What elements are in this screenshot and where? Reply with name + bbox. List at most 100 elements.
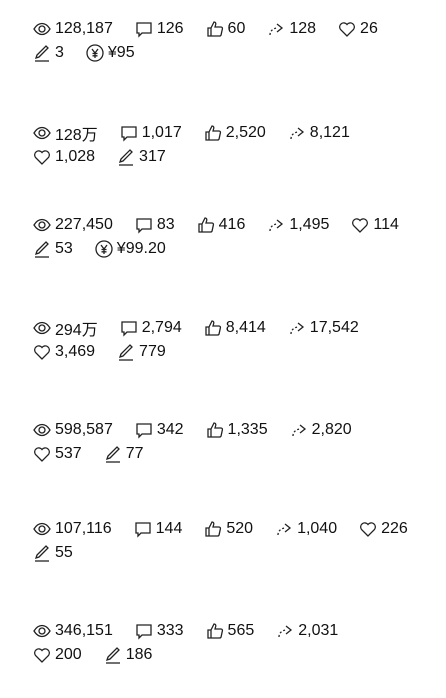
stat-heart: 1,028 xyxy=(32,147,95,167)
stat-value: 2,031 xyxy=(298,622,339,639)
stat-value: 107,116 xyxy=(55,520,112,537)
stat-share: 2,031 xyxy=(275,621,338,641)
stat-value: 537 xyxy=(55,445,82,462)
comment-icon xyxy=(119,123,139,143)
like-icon xyxy=(196,215,216,235)
like-icon xyxy=(203,123,223,143)
stat-share: 1,040 xyxy=(274,519,337,539)
stats-row: 128万 1,017 2,520 8,121 xyxy=(32,121,371,145)
stat-value: 779 xyxy=(139,343,166,360)
stat-heart: 200 xyxy=(32,645,82,665)
stat-pencil: 55 xyxy=(32,543,73,563)
stat-heart: 226 xyxy=(358,519,408,539)
pencil-icon xyxy=(32,239,52,259)
pencil-icon xyxy=(103,444,123,464)
stat-comment: 1,017 xyxy=(119,123,182,143)
stat-like: 8,414 xyxy=(203,318,266,338)
stat-yuan: ¥99.20 xyxy=(94,239,166,259)
like-icon xyxy=(205,420,225,440)
eye-icon xyxy=(32,123,52,143)
eye-icon xyxy=(32,318,52,338)
stat-value: 200 xyxy=(55,646,82,663)
like-icon xyxy=(205,19,225,39)
stat-pencil: 77 xyxy=(103,444,144,464)
stats-row: 200 186 xyxy=(32,643,359,667)
stat-value: 598,587 xyxy=(55,421,113,438)
stat-value: 8,121 xyxy=(309,124,350,141)
stats-row: 1,028 317 xyxy=(32,145,371,169)
stat-value: ¥95 xyxy=(107,44,135,61)
stat-value: 416 xyxy=(218,216,246,233)
stats-row: 55 xyxy=(32,541,429,565)
stat-value: 342 xyxy=(156,421,184,438)
stat-value: ¥99.20 xyxy=(116,240,166,257)
heart-icon xyxy=(32,147,52,167)
pencil-icon xyxy=(116,147,136,167)
stat-eye: 346,151 xyxy=(32,621,113,641)
heart-icon xyxy=(32,645,52,665)
stat-value: 3,469 xyxy=(55,343,96,360)
stat-yuan: ¥95 xyxy=(85,43,135,63)
post-stats: 598,587 342 1,335 2,820 537 77 xyxy=(32,418,373,466)
stat-value: 1,495 xyxy=(289,216,330,233)
stat-like: 416 xyxy=(196,215,246,235)
stat-comment: 83 xyxy=(134,215,175,235)
heart-icon xyxy=(337,19,357,39)
stat-heart: 3,469 xyxy=(32,342,95,362)
stat-value: 144 xyxy=(155,520,183,537)
like-icon xyxy=(203,318,223,338)
stats-row: 227,450 83 416 1,495 114 xyxy=(32,213,420,237)
stat-value: 1,335 xyxy=(227,421,268,438)
stat-pencil: 317 xyxy=(116,147,166,167)
eye-icon xyxy=(32,19,52,39)
comment-icon xyxy=(134,215,154,235)
pencil-icon xyxy=(116,342,136,362)
stat-like: 1,335 xyxy=(205,420,268,440)
comment-icon xyxy=(119,318,139,338)
stat-value: 53 xyxy=(55,240,73,257)
stats-row: 53 ¥99.20 xyxy=(32,237,420,261)
stat-eye: 598,587 xyxy=(32,420,113,440)
stats-row: 3 ¥95 xyxy=(32,41,399,65)
stat-eye: 128,187 xyxy=(32,19,113,39)
stat-value: 333 xyxy=(156,622,184,639)
stat-value: 17,542 xyxy=(309,319,359,336)
like-icon xyxy=(205,621,225,641)
stat-comment: 2,794 xyxy=(119,318,182,338)
stat-like: 520 xyxy=(203,519,253,539)
stat-pencil: 186 xyxy=(103,645,152,665)
pencil-icon xyxy=(32,543,52,563)
stat-heart: 114 xyxy=(350,215,399,235)
stat-pencil: 779 xyxy=(116,342,166,362)
stats-row: 598,587 342 1,335 2,820 xyxy=(32,418,373,442)
stat-share: 17,542 xyxy=(287,318,359,338)
stat-eye: 128万 xyxy=(32,121,98,145)
stat-share: 1,495 xyxy=(266,215,329,235)
stat-value: 60 xyxy=(227,20,246,37)
stat-value: 565 xyxy=(227,622,255,639)
heart-icon xyxy=(350,215,370,235)
like-icon xyxy=(203,519,223,539)
stat-value: 26 xyxy=(360,20,378,37)
share-icon xyxy=(289,420,309,440)
share-icon xyxy=(287,318,307,338)
stat-value: 55 xyxy=(55,544,73,561)
stat-value: 126 xyxy=(156,20,184,37)
stat-share: 2,820 xyxy=(289,420,352,440)
yuan-icon xyxy=(94,239,114,259)
stat-value: 1,028 xyxy=(55,148,96,165)
stat-value: 83 xyxy=(156,216,175,233)
pencil-icon xyxy=(103,645,123,665)
stat-eye: 107,116 xyxy=(32,519,112,539)
stat-value: 8,414 xyxy=(225,319,266,336)
stat-heart: 26 xyxy=(337,19,378,39)
comment-icon xyxy=(134,621,154,641)
post-stats: 128万 1,017 2,520 8,121 1,028 317 xyxy=(32,121,371,169)
eye-icon xyxy=(32,519,52,539)
stat-like: 565 xyxy=(205,621,255,641)
stats-row: 537 77 xyxy=(32,442,373,466)
stat-share: 8,121 xyxy=(287,123,350,143)
stat-value: 128,187 xyxy=(55,20,113,37)
stats-row: 294万 2,794 8,414 17,542 xyxy=(32,316,380,340)
stat-value: 346,151 xyxy=(55,622,113,639)
